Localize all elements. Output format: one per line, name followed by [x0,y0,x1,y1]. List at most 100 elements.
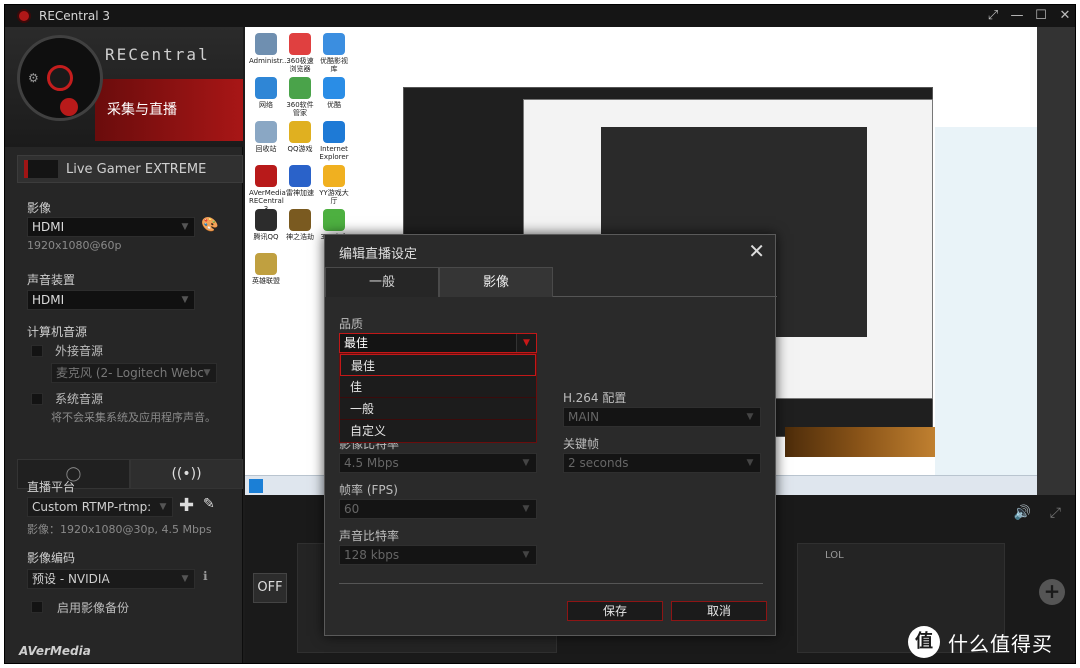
chevron-down-icon: ▼ [181,295,189,305]
cancel-button[interactable]: 取消 [671,601,767,621]
encoder-select[interactable]: 预设 - NVIDIA ▼ [27,569,195,589]
app-icon [255,121,277,143]
keyframe-value: 2 seconds [568,456,629,470]
pin-icon[interactable]: ⤢ [981,5,1005,27]
device-selector[interactable]: Live Gamer EXTREME [17,155,243,183]
palette-icon[interactable]: 🎨 [201,217,218,233]
add-platform-icon[interactable]: ✚ [179,495,194,516]
video-resolution: 1920x1080@60p [27,239,122,252]
device-name: Live Gamer EXTREME [66,161,207,177]
dial-indicator [60,98,78,116]
desktop-icon-label: 优酷影视库 [320,57,348,73]
fps-select[interactable]: 60 ▼ [339,499,537,519]
close-icon[interactable]: ✕ [748,239,765,263]
ext-audio-checkbox[interactable] [31,345,43,357]
left-panel: ⚙ RECentral 采集与直播 Live Gamer EXTREME 影像 … [5,27,243,663]
title-bar: RECentral 3 ⤢ — ☐ ✕ [5,5,1075,27]
h264-select[interactable]: MAIN ▼ [563,407,761,427]
quality-option[interactable]: 最佳 [340,354,536,376]
desktop-icon[interactable]: YY游戏大厅 [317,165,351,205]
web-sidebar [935,127,1037,477]
desktop-icon-label: QQ游戏 [287,145,313,153]
quality-dropdown: 最佳 佳 一般 自定义 [339,353,537,443]
maximize-button[interactable]: ☐ [1029,5,1053,27]
tab-general[interactable]: 一般 [325,267,439,297]
desktop-icon-label: Internet Explorer [319,145,349,161]
app-icon [255,77,277,99]
close-button[interactable]: ✕ [1053,5,1075,27]
platform-meta: 影像：1920x1080@30p, 4.5 Mbps [27,523,212,536]
avermedia-logo: AVerMedia [19,644,91,658]
desktop-icon[interactable]: 腾讯QQ [249,209,283,241]
edit-pencil-icon[interactable]: ✎ [203,496,215,512]
desktop-icon[interactable]: 网络 [249,77,283,109]
desktop-icon[interactable]: 神之浩劫 [283,209,317,241]
watermark-logo: 值 [908,626,940,658]
desktop-icon[interactable]: AVerMedia RECentral 3 [249,165,286,213]
quality-select[interactable]: 最佳 ▼ [339,333,537,353]
desktop-icon[interactable]: Internet Explorer [317,121,351,161]
desktop-icon[interactable]: 回收站 [249,121,283,153]
audio-device-value: HDMI [32,293,65,307]
sys-audio-hint: 将不会采集系统及应用程序声音。 [51,411,216,424]
desktop-icon-label: YY游戏大厅 [319,189,349,205]
desktop-icon-label: 360软件管家 [286,101,314,117]
stream-toggle-button[interactable]: OFF [253,573,287,603]
app-icon [289,165,311,187]
desktop-icon[interactable]: Administr... [249,33,289,65]
fps-value: 60 [344,502,360,516]
keyframe-select[interactable]: 2 seconds ▼ [563,453,761,473]
audio-bitrate-value: 128 kbps [344,548,400,562]
gear-icon[interactable]: ⚙ [28,71,39,85]
app-icon [255,253,277,275]
audio-device-select[interactable]: HDMI ▼ [27,290,195,310]
quality-option[interactable]: 一般 [340,398,536,420]
video-source-value: HDMI [32,220,65,234]
info-icon[interactable]: ℹ [203,569,208,583]
backup-checkbox[interactable] [31,601,43,613]
desktop-icon-label: 英雄联盟 [252,277,280,285]
desktop-icon[interactable]: 优酷 [317,77,351,109]
desktop-icon-label: 回收站 [255,145,277,153]
add-scene-button[interactable]: + [1039,579,1065,605]
platform-select[interactable]: Custom RTMP-rtmp: ▼ [27,497,173,517]
h264-value: MAIN [568,410,600,424]
minimize-button[interactable]: — [1005,5,1029,27]
quality-option[interactable]: 佳 [340,376,536,398]
app-icon [255,209,277,231]
ext-audio-label: 外接音源 [55,344,104,358]
h264-label: H.264 配置 [563,391,627,405]
app-icon [17,9,31,23]
tab-video[interactable]: 影像 [439,267,553,297]
mode-dial[interactable]: ⚙ [17,35,103,121]
app-icon [289,121,311,143]
tab-stream[interactable]: ((•)) [130,459,243,489]
desktop-icon[interactable]: 360软件管家 [283,77,317,117]
desktop-icon[interactable]: 雷神加速 [283,165,317,197]
desktop-icon[interactable]: QQ游戏 [283,121,317,153]
desktop-icon[interactable]: 优酷影视库 [317,33,351,73]
game-thumbnail-strip [785,427,935,457]
microphone-select[interactable]: 麦克风 (2- Logitech Webc ▼ [51,363,217,383]
volume-icon[interactable]: 🔊 [1014,505,1031,521]
brand-logo: RECentral [105,45,210,64]
save-button[interactable]: 保存 [567,601,663,621]
app-icon [323,33,345,55]
audio-bitrate-label: 声音比特率 [339,529,400,543]
bitrate-select[interactable]: 4.5 Mbps ▼ [339,453,537,473]
stream-settings-dialog: 编辑直播设定 ✕ 一般 影像 品质 最佳 ▼ H.264 配置 MAIN ▼ 影… [324,234,777,636]
desktop-icon[interactable]: 英雄联盟 [249,253,283,285]
audio-bitrate-select[interactable]: 128 kbps ▼ [339,545,537,565]
video-source-select[interactable]: HDMI ▼ [27,217,195,237]
quality-option[interactable]: 自定义 [340,420,536,442]
app-icon [289,77,311,99]
encoder-value: 预设 - NVIDIA [32,572,110,586]
preview-edge [1037,27,1075,495]
chevron-down-icon: ▼ [522,550,530,560]
watermark-text: 什么值得买 [948,631,1053,656]
expand-icon[interactable]: ⤢ [1050,505,1061,521]
desktop-icon[interactable]: 360极速浏览器 [283,33,317,73]
sys-audio-checkbox[interactable] [31,393,43,405]
dialog-tabs: 一般 影像 [325,267,777,297]
fps-label: 帧率 (FPS) [339,483,398,497]
